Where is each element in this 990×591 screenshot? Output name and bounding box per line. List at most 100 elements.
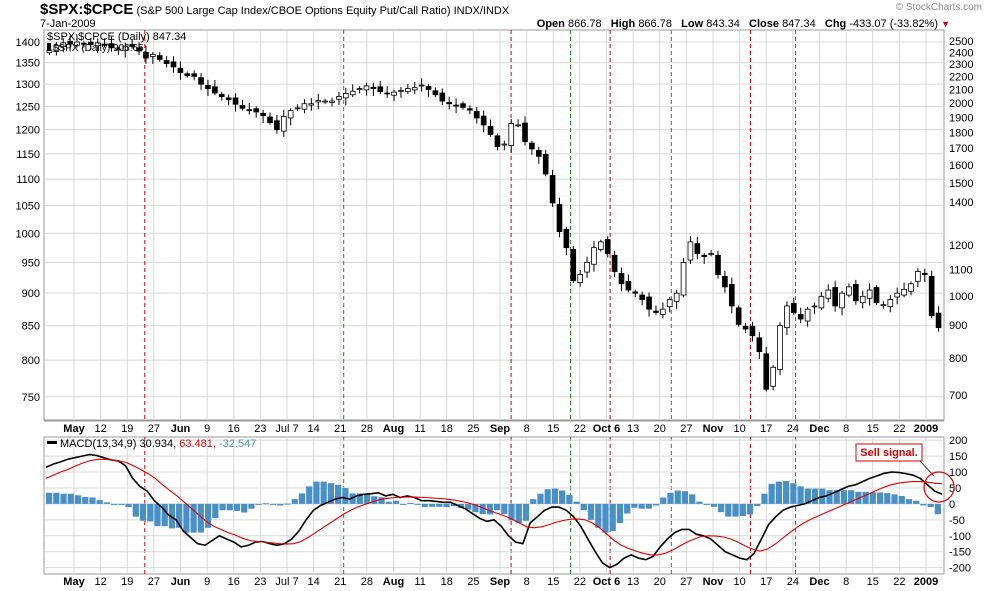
- candle-body: [163, 60, 170, 64]
- macd-x-tick-label: 27: [680, 576, 692, 588]
- price-x-tick-label: May: [63, 423, 85, 435]
- candle-body: [411, 87, 418, 91]
- macd-histogram-bar: [248, 503, 255, 509]
- price-y-tick-right: 2000: [949, 98, 973, 110]
- candle-body: [501, 143, 508, 146]
- candle-body: [639, 294, 645, 300]
- macd-x-tick-label: 10: [734, 576, 746, 588]
- macd-x-tick-label: 20: [654, 576, 666, 588]
- macd-x-tick-label: 25: [467, 576, 479, 588]
- macd-x-tick-label: 17: [760, 576, 772, 588]
- candle-body: [446, 101, 453, 105]
- overlay-legend-swatch: [47, 43, 51, 51]
- candle-body: [666, 299, 673, 307]
- macd-x-tick-label: 2009: [914, 576, 938, 588]
- macd-x-tick-label: 8: [524, 576, 530, 588]
- macd-histogram-bar: [891, 494, 898, 504]
- candle-body: [894, 292, 901, 298]
- candle-body: [653, 310, 659, 313]
- candle-body: [453, 104, 459, 107]
- macd-histogram-bar: [587, 503, 595, 520]
- candle-body: [735, 307, 742, 325]
- price-x-tick-label: Jul 7: [275, 423, 298, 435]
- candle-body: [515, 124, 521, 127]
- macd-histogram-bar: [681, 491, 689, 504]
- price-x-tick-label: 15: [547, 423, 559, 435]
- price-y-tick-right: 1600: [949, 160, 973, 172]
- price-y-tick-right: 1000: [949, 291, 973, 303]
- price-x-tick-label: 14: [308, 423, 320, 435]
- macd-y-tick: 100: [949, 467, 967, 479]
- price-y-tick-right: 2300: [949, 59, 973, 71]
- price-x-tick-label: Nov: [703, 423, 725, 435]
- macd-histogram-bar: [645, 503, 652, 509]
- macd-histogram-bar: [595, 503, 602, 528]
- candle-body: [349, 90, 356, 96]
- candle-body: [356, 88, 363, 90]
- macd-histogram-bar: [255, 503, 262, 505]
- candle-body: [480, 115, 487, 126]
- candle-body: [728, 283, 735, 307]
- macd-histogram-bar: [154, 503, 161, 527]
- macd-histogram-bar: [428, 503, 436, 507]
- candle-body: [184, 73, 191, 76]
- price-y-tick-right: 1400: [949, 197, 973, 209]
- price-x-tick-label: 9: [204, 423, 210, 435]
- macd-x-tick-label: 11: [414, 576, 425, 588]
- macd-histogram-bar: [219, 503, 226, 511]
- candle-body: [253, 108, 260, 113]
- price-x-tick-label: 22: [893, 423, 905, 435]
- candle-body: [191, 73, 197, 77]
- candle-body: [901, 288, 907, 296]
- candle-body: [487, 125, 494, 135]
- candle-body: [467, 108, 473, 111]
- macd-histogram-bar: [631, 503, 638, 508]
- macd-histogram-bar: [400, 503, 407, 505]
- macd-histogram-bar: [609, 503, 616, 531]
- candle-body: [246, 109, 253, 112]
- price-y-tick-left: 1300: [16, 79, 40, 91]
- macd-histogram-bar: [884, 493, 891, 504]
- price-y-tick-left: 1250: [16, 101, 40, 113]
- macd-histogram-bar: [82, 496, 89, 504]
- macd-x-tick-label: Dec: [809, 576, 829, 588]
- macd-histogram-bar: [96, 500, 103, 504]
- candle-body: [749, 325, 756, 337]
- candle-body: [205, 85, 211, 89]
- macd-y-tick: 150: [949, 451, 967, 463]
- candle-body: [880, 304, 887, 307]
- candle-body: [494, 135, 501, 147]
- candle-body: [274, 120, 280, 131]
- candle-body: [232, 97, 239, 105]
- macd-x-tick-label: 24: [787, 576, 799, 588]
- candle-body: [384, 92, 390, 95]
- macd-histogram-bar: [103, 502, 111, 504]
- macd-x-tick-label: Oct 6: [593, 576, 621, 588]
- macd-histogram-bar: [775, 481, 783, 504]
- macd-histogram-bar: [544, 489, 551, 504]
- price-x-tick-label: 17: [760, 423, 772, 435]
- macd-histogram-bar: [421, 503, 428, 508]
- macd-y-tick: 50: [949, 483, 961, 495]
- candle-body: [859, 295, 866, 304]
- price-y-tick-right: 1800: [949, 127, 973, 139]
- macd-histogram-bar: [905, 499, 913, 504]
- candle-body: [866, 289, 873, 299]
- candle-body: [818, 295, 825, 309]
- candle-body: [405, 88, 411, 93]
- candle-body: [280, 116, 287, 132]
- candle-body: [432, 90, 439, 96]
- macd-histogram-bar: [638, 503, 645, 509]
- macd-x-tick-label: 14: [308, 576, 320, 588]
- candle-body: [742, 325, 749, 330]
- candle-body: [756, 337, 763, 353]
- macd-histogram-bar: [862, 491, 869, 504]
- price-x-tick-label: Aug: [383, 423, 404, 435]
- macd-legend-swatch: [47, 441, 57, 444]
- macd-y-tick: -100: [949, 531, 971, 543]
- macd-histogram-bar: [732, 503, 739, 517]
- macd-x-tick-label: 13: [627, 576, 639, 588]
- macd-histogram-bar: [703, 503, 710, 505]
- sell-signal-label: Sell signal.: [860, 447, 917, 459]
- macd-histogram-bar: [118, 503, 125, 505]
